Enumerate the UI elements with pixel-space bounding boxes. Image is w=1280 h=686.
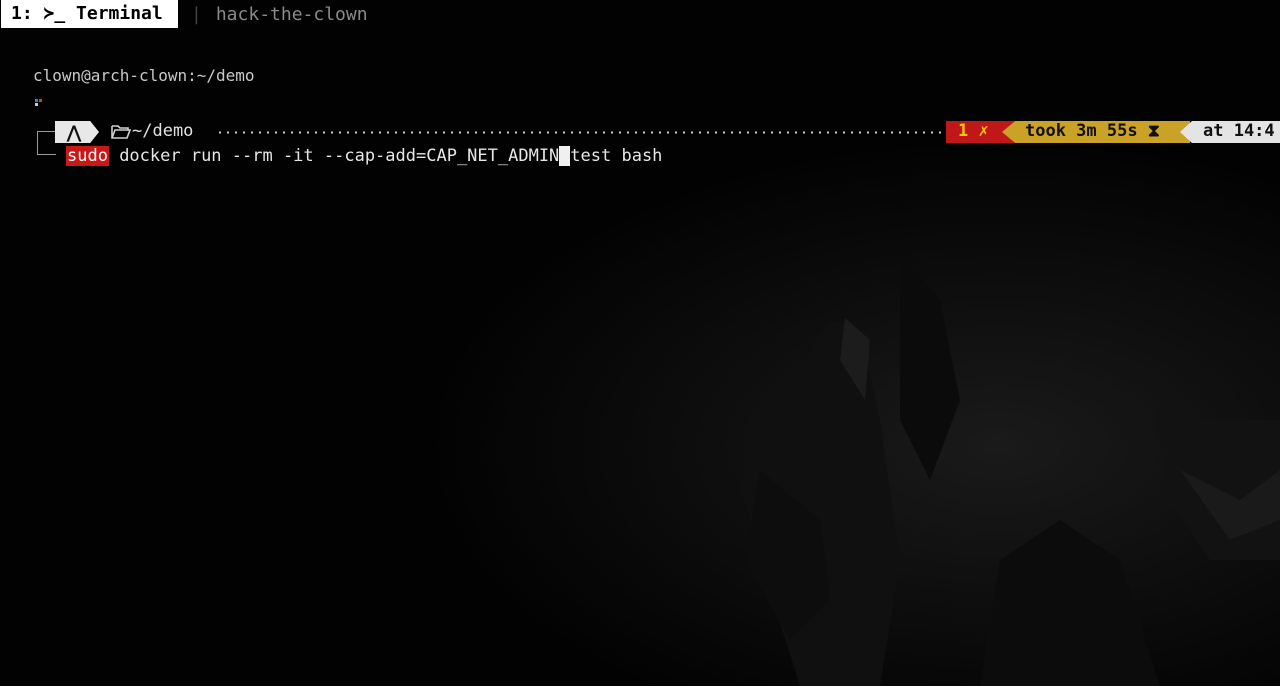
user-host-line: clown@arch-clown:~/demo: [33, 66, 255, 85]
prompt-filler-dots: [216, 131, 946, 134]
command-text-after-cursor: test bash: [570, 146, 663, 166]
duration-text: took 3m 55s ⧗: [1025, 121, 1160, 141]
prompt-directory: ~/demo: [132, 121, 194, 141]
arch-linux-icon: ⋀: [67, 123, 81, 143]
terminal-content[interactable]: clown@arch-clown:~/demo ⋀ ~/demo 1 ✗ too…: [0, 0, 1280, 686]
command-text-before-cursor: docker run --rm -it --cap-add=CAP_NET_AD…: [108, 146, 560, 166]
status-dots-icon: [35, 99, 42, 106]
command-sudo-keyword: sudo: [66, 146, 109, 166]
text-cursor: [559, 146, 571, 166]
command-input-line[interactable]: sudo docker run --rm -it --cap-add=CAP_N…: [66, 144, 662, 168]
screen: 1: ≻_ Terminal | hack-the-clown clown@ar…: [0, 0, 1280, 686]
time-text: at 14:4: [1203, 121, 1275, 141]
folder-open-icon: [111, 125, 131, 139]
prompt-frame: [37, 131, 56, 155]
exit-status-text: 1 ✗: [958, 121, 989, 141]
